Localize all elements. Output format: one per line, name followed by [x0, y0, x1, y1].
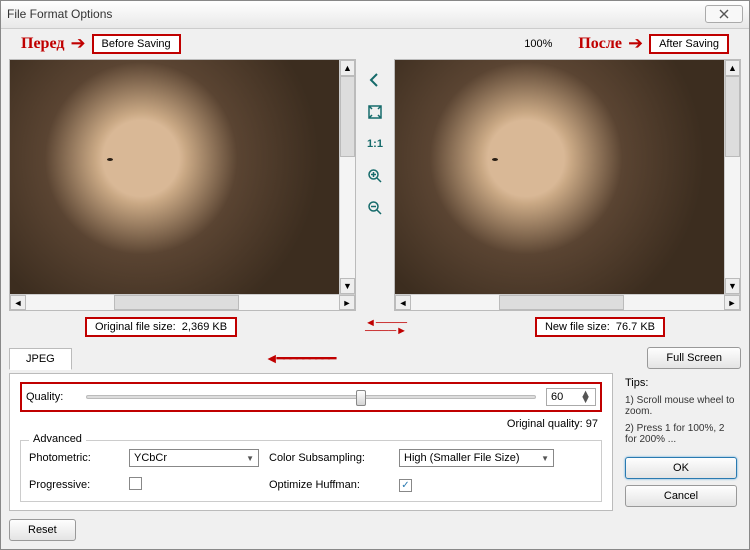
scroll-thumb[interactable] [114, 295, 239, 310]
full-screen-button[interactable]: Full Screen [647, 347, 741, 369]
prev-icon[interactable] [364, 69, 386, 91]
tips-heading: Tips: [625, 377, 737, 389]
subsampling-combo[interactable]: High (Smaller File Size) ▼ [399, 449, 554, 467]
fit-screen-icon[interactable] [364, 101, 386, 123]
horizontal-scrollbar[interactable]: ◄ ► [10, 294, 355, 310]
photometric-value: YCbCr [134, 452, 167, 464]
quality-label: Quality: [26, 391, 76, 403]
jpeg-settings-panel: Quality: 60 ▲▼ Original quality: 97 Adva… [9, 373, 613, 511]
quality-row: Quality: 60 ▲▼ [20, 382, 602, 412]
annotation-row: Перед ➔ Before Saving 100% После ➔ After… [1, 29, 749, 59]
slider-thumb[interactable] [356, 390, 366, 406]
tips-line-2: 2) Press 1 for 100%, 2 for 200% ... [625, 423, 737, 445]
new-size-value: 76.7 KB [616, 321, 655, 333]
bottom-row: Reset [1, 511, 749, 549]
before-image[interactable] [10, 60, 355, 294]
subsampling-value: High (Smaller File Size) [404, 452, 520, 464]
original-size-value: 2,369 KB [182, 321, 227, 333]
scroll-up-icon[interactable]: ▲ [725, 60, 740, 76]
progressive-label: Progressive: [29, 479, 129, 491]
lower-panel: Quality: 60 ▲▼ Original quality: 97 Adva… [1, 373, 749, 511]
huffman-checkbox[interactable] [399, 479, 412, 492]
quality-spinner[interactable]: 60 ▲▼ [546, 388, 596, 406]
scroll-down-icon[interactable]: ▼ [725, 278, 740, 294]
arrow-right-icon: ➔ [628, 33, 643, 54]
tab-row: JPEG ◄━━━━━━━━━ Full Screen [1, 343, 749, 373]
tool-column: 1:1 [360, 59, 390, 311]
window-title: File Format Options [7, 7, 705, 21]
quality-slider[interactable] [86, 395, 536, 399]
after-saving-badge: After Saving [649, 34, 729, 54]
cancel-button[interactable]: Cancel [625, 485, 737, 507]
scroll-right-icon[interactable]: ► [724, 295, 740, 310]
actual-size-button[interactable]: 1:1 [364, 133, 386, 155]
subsampling-label: Color Subsampling: [269, 452, 399, 464]
original-size-badge: Original file size: 2,369 KB [85, 317, 237, 337]
before-saving-badge: Before Saving [92, 34, 181, 54]
zoom-in-icon[interactable] [364, 165, 386, 187]
horizontal-scrollbar[interactable]: ◄ ► [395, 294, 740, 310]
tips-panel: Tips: 1) Scroll mouse wheel to zoom. 2) … [621, 373, 741, 511]
close-icon [719, 9, 729, 19]
titlebar: File Format Options [1, 1, 749, 29]
reset-button[interactable]: Reset [9, 519, 76, 541]
scroll-up-icon[interactable]: ▲ [340, 60, 355, 76]
scroll-right-icon[interactable]: ► [339, 295, 355, 310]
tips-line-1: 1) Scroll mouse wheel to zoom. [625, 395, 737, 417]
progressive-checkbox[interactable] [129, 477, 142, 490]
annot-before-ru: Перед [21, 35, 64, 53]
file-size-row: Original file size: 2,369 KB ◄────────► … [1, 311, 749, 343]
advanced-legend: Advanced [29, 433, 86, 445]
scroll-down-icon[interactable]: ▼ [340, 278, 355, 294]
scroll-thumb[interactable] [499, 295, 624, 310]
new-size-label: New file size: [545, 321, 610, 333]
zoom-out-icon[interactable] [364, 197, 386, 219]
before-preview: ▲ ▼ ◄ ► [9, 59, 356, 311]
after-image[interactable] [395, 60, 740, 294]
scroll-thumb[interactable] [340, 76, 355, 157]
quality-value: 60 [551, 391, 563, 403]
spin-down-icon[interactable]: ▼ [580, 397, 591, 403]
chevron-down-icon: ▼ [246, 454, 254, 463]
vertical-scrollbar[interactable]: ▲ ▼ [724, 60, 740, 294]
ok-button[interactable]: OK [625, 457, 737, 479]
original-size-label: Original file size: [95, 321, 176, 333]
scroll-left-icon[interactable]: ◄ [395, 295, 411, 310]
scroll-left-icon[interactable]: ◄ [10, 295, 26, 310]
tab-jpeg[interactable]: JPEG [9, 348, 72, 370]
huffman-label: Optimize Huffman: [269, 479, 399, 491]
compare-arrows-icon: ◄────────► [365, 319, 407, 335]
vertical-scrollbar[interactable]: ▲ ▼ [339, 60, 355, 294]
photometric-combo[interactable]: YCbCr ▼ [129, 449, 259, 467]
photometric-label: Photometric: [29, 452, 129, 464]
zoom-percent: 100% [524, 38, 552, 50]
annot-after-ru: После [578, 35, 622, 53]
preview-row: ▲ ▼ ◄ ► 1:1 ▲ ▼ ◄ [1, 59, 749, 311]
close-button[interactable] [705, 5, 743, 23]
scroll-thumb[interactable] [725, 76, 740, 157]
after-preview: ▲ ▼ ◄ ► [394, 59, 741, 311]
arrow-right-icon: ➔ [70, 33, 85, 54]
original-quality-label: Original quality: 97 [20, 418, 602, 430]
advanced-group: Advanced Photometric: YCbCr ▼ Color Subs… [20, 440, 602, 502]
new-size-badge: New file size: 76.7 KB [535, 317, 665, 337]
chevron-down-icon: ▼ [541, 454, 549, 463]
dialog-window: File Format Options Перед ➔ Before Savin… [0, 0, 750, 550]
arrow-annotation-icon: ◄━━━━━━━━━ [265, 350, 335, 367]
